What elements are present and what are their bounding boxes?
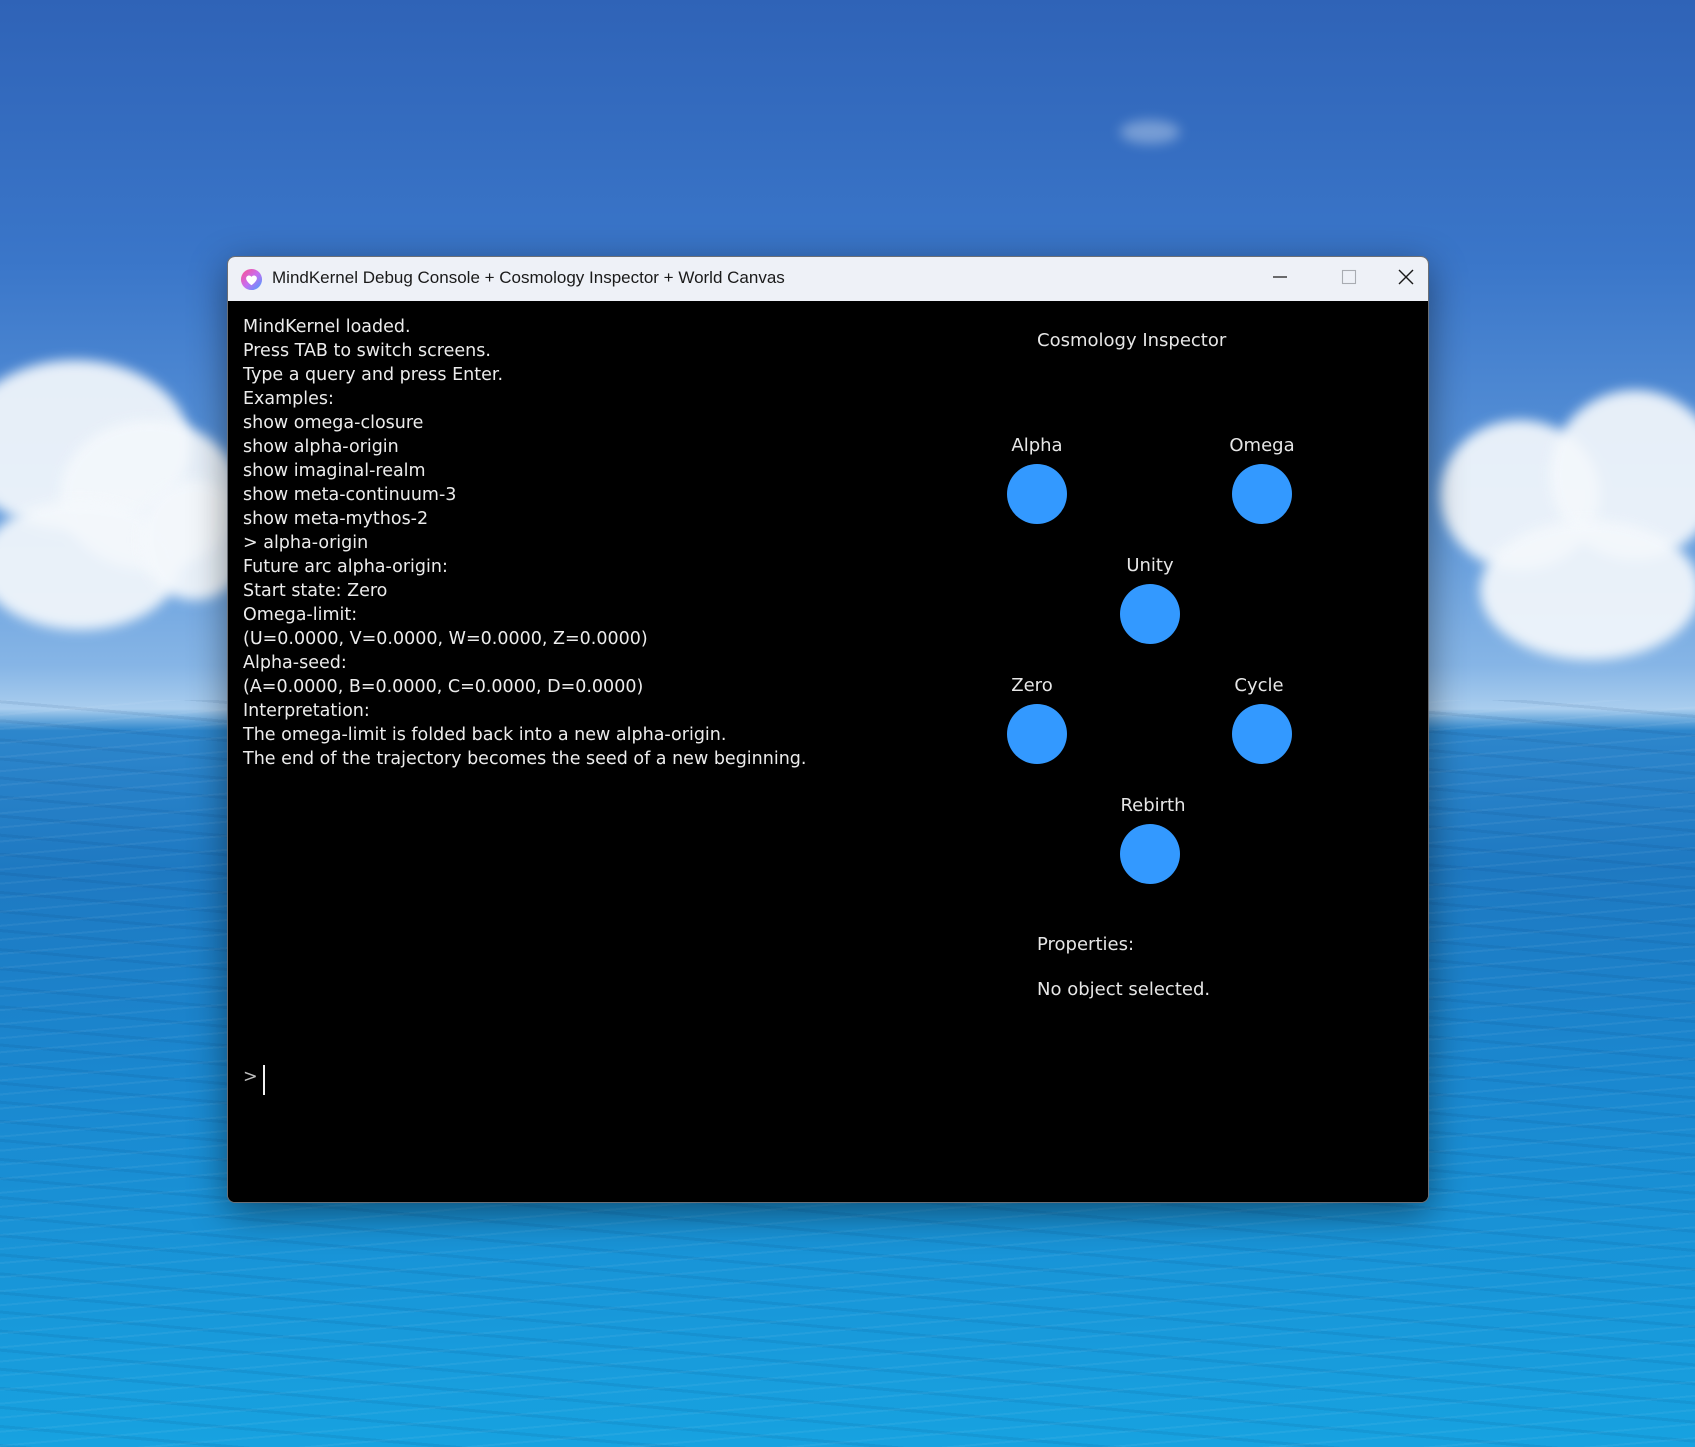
text-cursor [263,1065,265,1095]
console-line: show omega-closure [243,413,424,433]
node-circle[interactable] [1007,704,1067,764]
console-line: show meta-mythos-2 [243,509,429,529]
console-line: Alpha-seed: [243,653,347,673]
node-label: Unity [1126,555,1174,576]
properties-label: Properties: [1037,934,1135,955]
console-line: show imaginal-realm [243,461,426,481]
minimize-icon [1272,269,1288,289]
console-line: Press TAB to switch screens. [243,341,491,361]
console-line: (U=0.0000, V=0.0000, W=0.0000, Z=0.0000) [243,629,648,649]
console-line: Start state: Zero [243,581,388,601]
cloud [1120,120,1180,144]
node-circle[interactable] [1120,584,1180,644]
minimize-button[interactable] [1246,257,1314,301]
console-line: Future arc alpha-origin: [243,557,448,577]
node-circle[interactable] [1232,704,1292,764]
console-line: Omega-limit: [243,605,358,625]
maximize-icon [1341,269,1357,289]
console-canvas: MindKernel loaded. Press TAB to switch s… [228,301,1428,1202]
node-label: Alpha [1011,435,1063,456]
command-input[interactable] [238,1057,998,1103]
close-button[interactable] [1384,257,1428,301]
node-zero[interactable]: Zero [967,675,1107,785]
window-title: MindKernel Debug Console + Cosmology Ins… [272,268,785,287]
console-line: The end of the trajectory becomes the se… [243,749,807,769]
node-label: Rebirth [1120,795,1186,816]
close-icon [1397,268,1415,290]
node-circle[interactable] [1120,824,1180,884]
console-line: show meta-continuum-3 [243,485,457,505]
node-rebirth[interactable]: Rebirth [1080,795,1220,905]
node-circle[interactable] [1007,464,1067,524]
console-line: (A=0.0000, B=0.0000, C=0.0000, D=0.0000) [243,677,644,697]
node-label: Cycle [1234,675,1284,696]
console-line: Interpretation: [243,701,370,721]
console-line: > alpha-origin [243,533,369,553]
node-circle[interactable] [1232,464,1292,524]
console-line: The omega-limit is folded back into a ne… [243,725,727,745]
node-label: Omega [1229,435,1295,456]
node-omega[interactable]: Omega [1192,435,1332,545]
node-label: Zero [1011,675,1053,696]
properties-value: No object selected. [1037,979,1211,1000]
console-line: Type a query and press Enter. [243,365,504,385]
node-alpha[interactable]: Alpha [967,435,1107,545]
node-cycle[interactable]: Cycle [1192,675,1332,785]
console-line: Examples: [243,389,334,409]
title-bar[interactable]: MindKernel Debug Console + Cosmology Ins… [228,257,1428,301]
console-line: MindKernel loaded. [243,317,411,337]
inspector-title: Cosmology Inspector [1037,330,1227,351]
console-line: show alpha-origin [243,437,399,457]
maximize-button[interactable] [1315,257,1383,301]
app-heart-icon [240,268,263,291]
app-window: MindKernel Debug Console + Cosmology Ins… [227,256,1429,1203]
console-output: MindKernel loaded. Press TAB to switch s… [243,315,1003,771]
prompt-symbol: > [243,1067,258,1087]
node-unity[interactable]: Unity [1080,555,1220,665]
cloud [1480,520,1695,660]
